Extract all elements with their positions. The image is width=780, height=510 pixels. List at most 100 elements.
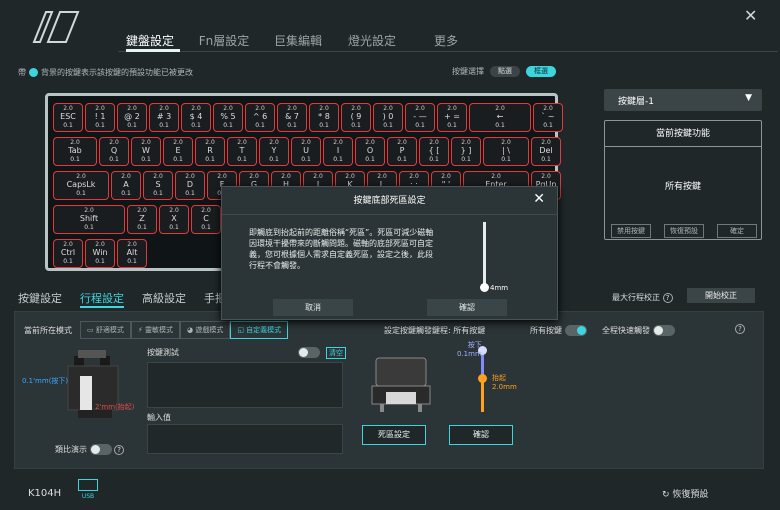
mode-comfort[interactable]: ▭ 舒適模式: [80, 321, 131, 339]
key-4[interactable]: 2.0 $ 4 0.1: [181, 103, 211, 132]
switch-illustration: [60, 350, 130, 430]
key-i[interactable]: 2.0 I 0.1: [323, 137, 353, 166]
key-y[interactable]: 2.0 Y 0.1: [259, 137, 289, 166]
key-z[interactable]: 2.0 Z 0.1: [127, 205, 157, 234]
input-area[interactable]: [147, 424, 343, 454]
rapid-toggle[interactable]: [652, 325, 675, 336]
key-~[interactable]: 2.0 ` ~0.1: [533, 103, 563, 132]
tab-lighting[interactable]: 燈光設定: [340, 32, 404, 52]
key-c[interactable]: 2.0 C 0.1: [191, 205, 221, 234]
key-tab[interactable]: 2.0 Tab 0.1: [53, 137, 97, 166]
mode-game[interactable]: ◕ 遊戲模式: [179, 321, 231, 339]
key-a[interactable]: 2.0 A 0.1: [111, 171, 141, 200]
key-x[interactable]: 2.0 X 0.1: [159, 205, 189, 234]
help-icon[interactable]: ?: [662, 293, 673, 303]
key-alt[interactable]: 2.0 Alt 0.1: [117, 239, 147, 268]
key-del[interactable]: 2.0 Del 0.1: [531, 137, 561, 166]
key-label: A: [123, 180, 129, 189]
key-r[interactable]: 2.0 R 0.1: [195, 137, 225, 166]
key-test-area[interactable]: [147, 362, 343, 408]
key-label: & 7: [285, 112, 299, 121]
key-2[interactable]: 2.0 @ 2 0.1: [117, 103, 147, 132]
key-test-toggle[interactable]: [298, 347, 320, 358]
up-handle[interactable]: [478, 374, 487, 383]
key-bottom-value: 0.1: [169, 224, 179, 231]
dialog-confirm-button[interactable]: 確認: [427, 299, 507, 316]
legend-text: 背景的按鍵表示該按鍵的預設功能已被更改: [41, 68, 193, 77]
subtab-key[interactable]: 按鍵設定: [18, 290, 62, 308]
subtab-advanced[interactable]: 高級設定: [142, 290, 186, 308]
key-capslk[interactable]: 2.0 CapsLk 0.1: [53, 171, 109, 200]
key-label: Q: [110, 146, 118, 155]
key-u[interactable]: 2.0 U 0.1: [291, 137, 321, 166]
key-1[interactable]: 2.0! 1 0.1: [85, 103, 115, 132]
key-top-value: 2.0: [63, 105, 73, 112]
key-][interactable]: 2.0} ] 0.1: [451, 137, 481, 166]
key-=[interactable]: 2.0 + = 0.1: [437, 103, 467, 132]
key-t[interactable]: 2.0 T 0.1: [227, 137, 257, 166]
key-shift[interactable]: 2.0 Shift 0.1: [53, 205, 125, 234]
mode-custom-label: 自定義模式: [246, 326, 282, 334]
disable-key-button[interactable]: 禁用按鍵: [611, 224, 651, 238]
key-9[interactable]: 2.0( 9 0.1: [341, 103, 371, 132]
key-select-click[interactable]: 點選: [490, 66, 520, 77]
deadzone-slider[interactable]: [483, 222, 486, 287]
key-o[interactable]: 2.0 O 0.1: [355, 137, 385, 166]
mode-sensitive[interactable]: ⚡ 靈敏模式: [130, 321, 180, 339]
key-8[interactable]: 2.0 * 8 0.1: [309, 103, 339, 132]
confirm-key-button[interactable]: 確定: [717, 224, 757, 238]
key-6[interactable]: 2.0 ^ 6 0.1: [245, 103, 275, 132]
restore-default[interactable]: ↻ 恢復預設: [662, 487, 708, 500]
key-—[interactable]: 2.0- —0.1: [405, 103, 435, 132]
key-s[interactable]: 2.0 S 0.1: [143, 171, 173, 200]
key-bottom-value: 0.1: [301, 156, 311, 163]
key-0[interactable]: 2.0) 0 0.1: [373, 103, 403, 132]
key-label: ! 1: [94, 112, 106, 121]
tab-more[interactable]: 更多: [414, 32, 478, 52]
tab-fn-layer[interactable]: Fn層設定: [192, 32, 256, 52]
key-bottom-value: 0.1: [70, 156, 80, 163]
key-top-value: 2.0: [255, 105, 265, 112]
key-e[interactable]: 2.0 E 0.1: [163, 137, 193, 166]
key-esc[interactable]: 2.0 ESC 0.1: [53, 103, 83, 132]
trigger-confirm-button[interactable]: 確認: [449, 425, 513, 445]
clear-button[interactable]: 清空: [326, 347, 346, 359]
key-select-box[interactable]: 框選: [526, 66, 556, 77]
key-label: Ctrl: [60, 248, 76, 257]
key-7[interactable]: 2.0 & 7 0.1: [277, 103, 307, 132]
restore-default-label: 恢復預設: [672, 490, 709, 500]
help-icon[interactable]: ?: [114, 445, 125, 455]
close-icon[interactable]: ✕: [744, 6, 757, 25]
rapid-row: 全程快速觸發: [602, 325, 675, 336]
all-keys-toggle[interactable]: [564, 325, 587, 336]
active-tab-indicator: [126, 49, 180, 52]
subtab-travel[interactable]: 行程設定: [80, 290, 124, 308]
tab-macro[interactable]: 巨集編輯: [266, 32, 330, 52]
key-p[interactable]: 2.0 P 0.1: [387, 137, 417, 166]
dialog-close-icon[interactable]: ✕: [533, 191, 545, 207]
lift-label: 2'mm(抬起): [95, 403, 135, 411]
deadzone-handle[interactable]: [480, 283, 489, 292]
key-3[interactable]: 2.0 # 3 0.1: [149, 103, 179, 132]
dialog-cancel-button[interactable]: 取消: [273, 299, 353, 316]
key-←[interactable]: 2.0 ← 0.1: [469, 103, 531, 132]
key-w[interactable]: 2.0 W 0.1: [131, 137, 161, 166]
key-d[interactable]: 2.0 D 0.1: [175, 171, 205, 200]
key-win[interactable]: 2.0 Win 0.1: [85, 239, 115, 268]
key-[[interactable]: 2.0{ [0.1: [419, 137, 449, 166]
key-label: ESC: [60, 112, 76, 121]
help-icon[interactable]: ?: [735, 324, 745, 334]
demo-toggle[interactable]: [89, 444, 112, 455]
key-\[interactable]: 2.0 | \ 0.1: [483, 137, 529, 166]
key-top-value: 2.0: [205, 139, 215, 146]
key-5[interactable]: 2.0% 5 0.1: [213, 103, 243, 132]
deadzone-button[interactable]: 死區設定: [362, 425, 426, 445]
key-label: Win: [92, 248, 108, 257]
key-q[interactable]: 2.0 Q 0.1: [99, 137, 129, 166]
key-bottom-value: 0.1: [237, 156, 247, 163]
calibrate-button[interactable]: 開始校正: [687, 288, 755, 303]
mode-custom[interactable]: ◱ 自定義模式: [230, 321, 289, 339]
restore-key-button[interactable]: 恢復預設: [664, 224, 704, 238]
key-ctrl[interactable]: 2.0 Ctrl 0.1: [53, 239, 83, 268]
layer-select[interactable]: 按鍵層-1 ▼: [604, 89, 762, 111]
